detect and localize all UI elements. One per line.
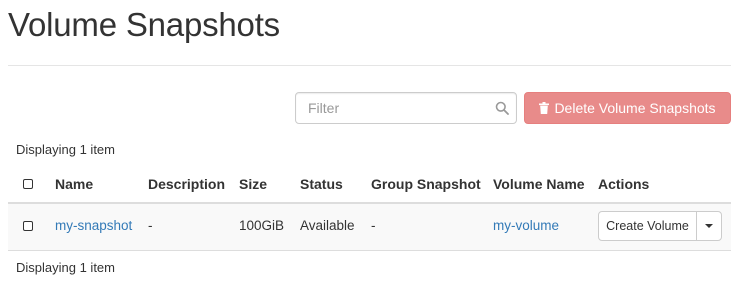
column-header-actions: Actions [598,176,650,192]
delete-volume-snapshots-button[interactable]: Delete Volume Snapshots [524,92,731,124]
select-all-checkbox[interactable] [23,179,33,189]
column-header-status: Status [300,176,343,192]
column-header-size: Size [239,176,268,192]
column-header-group-snapshot: Group Snapshot [371,176,481,192]
column-header-volume-name: Volume Name [493,176,585,192]
filter-field[interactable] [295,92,517,124]
snapshot-name-link[interactable]: my-snapshot [55,218,132,233]
trash-icon [539,102,550,114]
column-header-name: Name [55,176,94,192]
filter-input[interactable] [296,93,486,123]
snapshot-size: 100GiB [239,218,285,233]
actions-dropdown-toggle[interactable] [696,211,722,241]
snapshot-group-snapshot: - [371,218,376,233]
page-title: Volume Snapshots [8,6,280,43]
delete-button-label: Delete Volume Snapshots [554,100,716,116]
title-divider [8,65,731,66]
snapshot-description: - [148,218,153,233]
column-header-description: Description [148,176,226,192]
row-select-checkbox[interactable] [23,221,33,231]
volume-name-link[interactable]: my-volume [493,218,559,233]
caret-down-icon [705,224,713,228]
table-row-divider [8,250,731,251]
create-volume-button[interactable]: Create Volume [598,211,697,241]
item-count-top: Displaying 1 item [16,142,115,157]
search-icon[interactable] [495,101,509,115]
item-count-bottom: Displaying 1 item [16,260,115,275]
snapshot-status: Available [300,218,355,233]
